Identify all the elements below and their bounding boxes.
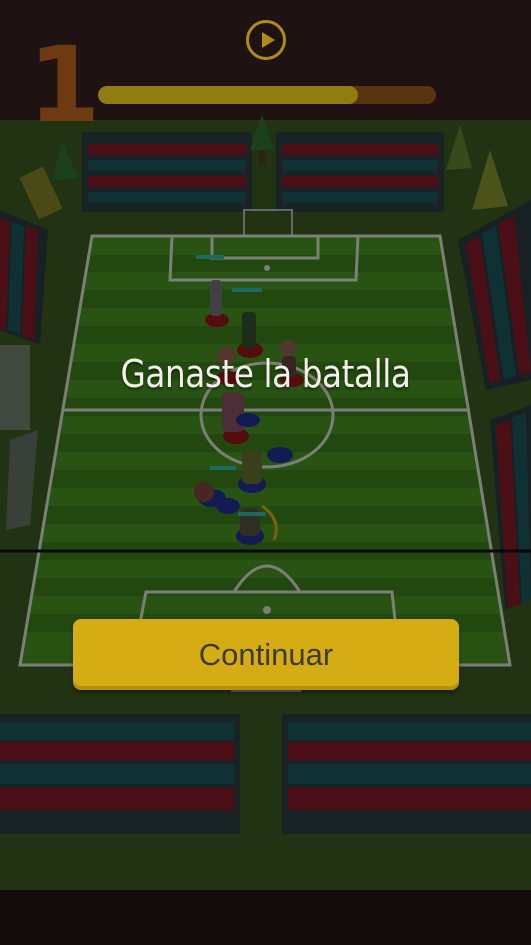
play-circle-icon[interactable] — [246, 20, 286, 60]
level-progress-fill — [98, 86, 359, 104]
level-progress-bar — [98, 86, 436, 104]
level-number: 1 — [28, 24, 101, 146]
continue-button[interactable]: Continuar — [73, 619, 459, 690]
continue-button-label: Continuar — [198, 637, 334, 672]
result-title: Ganaste la batalla — [120, 352, 411, 396]
play-triangle — [262, 32, 275, 48]
